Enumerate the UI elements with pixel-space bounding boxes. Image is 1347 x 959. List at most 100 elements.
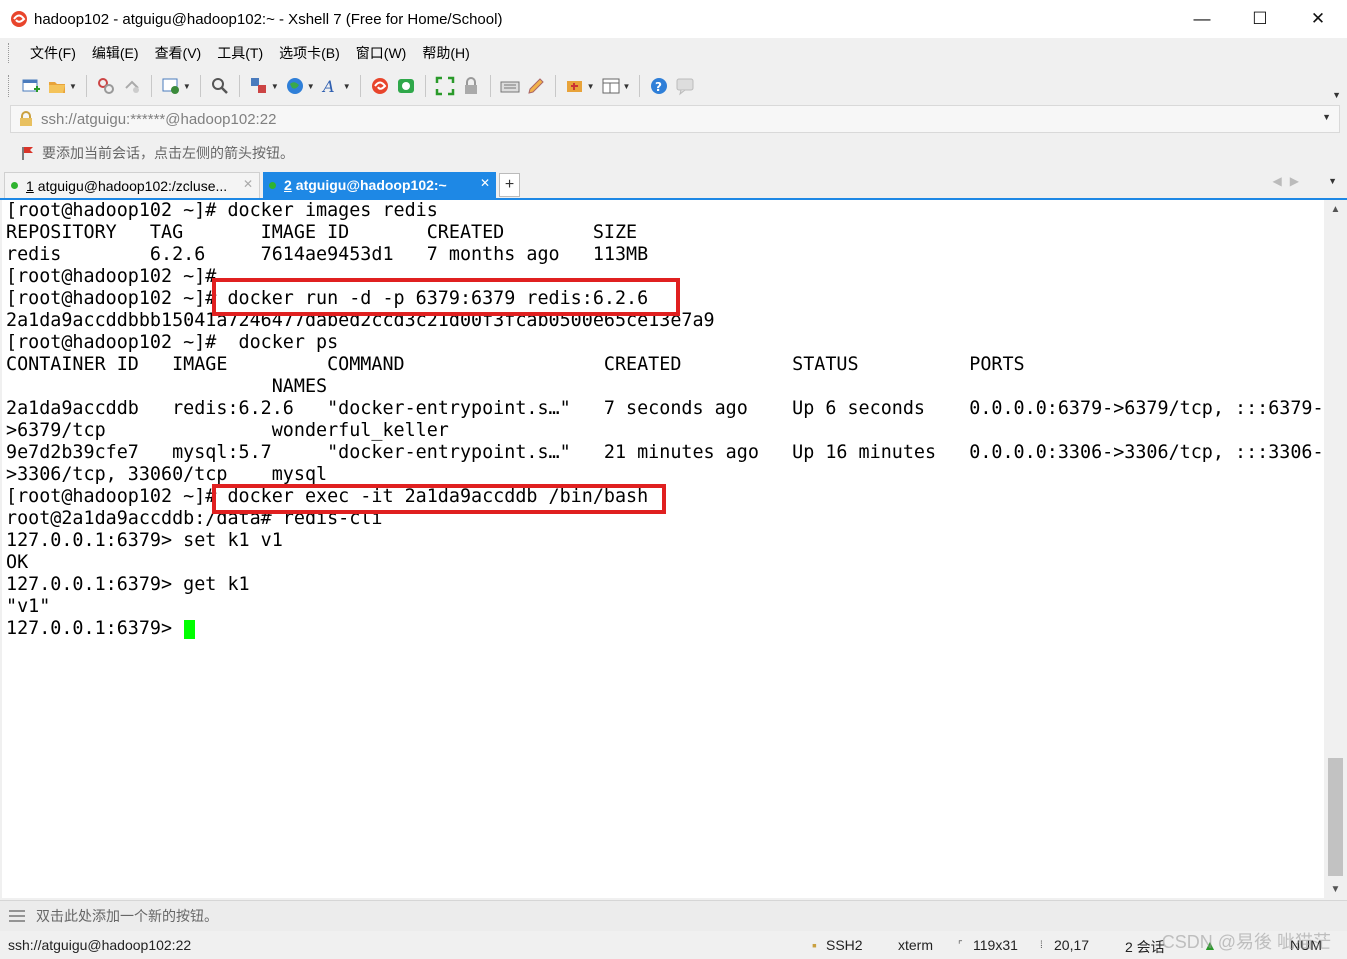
status-connection: ssh://atguigu@hadoop102:22 [8,937,192,953]
menu-view[interactable]: 查看(V) [147,43,210,63]
terminal-line: redis 6.2.6 7614ae9453d1 7 months ago 11… [6,244,649,265]
new-session-button[interactable] [21,76,41,96]
scroll-up-icon[interactable]: ▲ [1326,200,1345,218]
layout-icon [602,78,620,94]
quick-command-bar[interactable]: 双击此处添加一个新的按钮。 [0,900,1347,931]
disconnect-button[interactable] [96,76,116,96]
add-session-arrow-icon[interactable] [20,145,36,161]
xftp-button[interactable] [396,76,416,96]
session-bar: 要添加当前会话，点击左侧的箭头按钮。 [10,140,1340,166]
open-button[interactable]: ▼ [47,76,77,96]
highlight-box-docker-exec [212,484,666,514]
terminal-line: 127.0.0.1:6379> set k1 v1 [6,530,283,551]
menu-help[interactable]: 帮助(H) [414,43,477,63]
transfer-button[interactable]: ▼ [249,76,279,96]
title-bar: hadoop102 - atguigu@hadoop102:~ - Xshell… [0,0,1347,38]
terminal-line: [root@hadoop102 ~]# docker ps [6,332,339,353]
toolbar-grip[interactable] [8,75,12,97]
xshell-app-icon [11,11,27,27]
terminal-line: 127.0.0.1:6379> [2,618,1324,640]
tab-list-dropdown-icon[interactable]: ▼ [1328,176,1337,186]
menu-tools[interactable]: 工具(T) [209,43,271,63]
terminal-scrollbar[interactable]: ▲ ▼ [1326,200,1345,898]
globe-button[interactable]: ▼ [285,76,315,96]
tab-close-icon[interactable]: ✕ [480,176,490,190]
terminal-line: OK [6,552,29,573]
tab-close-icon[interactable]: ✕ [243,177,253,191]
tab-label: atguigu@hadoop102:~ [295,177,447,193]
lock-button[interactable] [461,76,481,96]
terminal-output: [root@hadoop102 ~]# docker images redis R… [2,200,1324,640]
toolbar: ▼ ▼ ▼ ▼ A ▼ ▼ ▼ ? ▼ [0,68,1347,104]
menu-tabs[interactable]: 选项卡(B) [271,43,348,63]
minimize-button[interactable]: — [1173,0,1231,38]
window-title: hadoop102 - atguigu@hadoop102:~ - Xshell… [34,10,503,28]
status-bar: ssh://atguigu@hadoop102:22 ▪ SSH2 xterm … [0,931,1347,959]
help-button[interactable]: ? [649,76,669,96]
xshell-button[interactable] [370,76,390,96]
menu-edit[interactable]: 编辑(E) [84,43,147,63]
compose-icon [527,78,544,94]
terminal-line: 2a1da9accddb redis:6.2.6 "docker-entrypo… [6,398,1324,419]
status-protocol: SSH2 [826,937,863,953]
new-session-icon [22,79,40,92]
menu-grip[interactable] [8,43,12,63]
tab-session-2[interactable]: 2 atguigu@hadoop102:~ ✕ [263,172,496,198]
toolbar-overflow-icon[interactable]: ▼ [1332,90,1341,100]
scroll-down-icon[interactable]: ▼ [1326,880,1345,898]
search-icon [211,78,228,94]
menu-file[interactable]: 文件(F) [22,43,84,63]
properties-button[interactable]: ▼ [161,76,191,96]
tab-label: atguigu@hadoop102:/zcluse... [37,177,228,194]
terminal[interactable]: [root@hadoop102 ~]# docker images redis R… [2,200,1324,898]
font-icon: A [321,77,335,96]
terminal-line: NAMES [6,376,328,397]
scrollbar-thumb[interactable] [1328,758,1343,876]
terminal-line: "v1" [6,596,51,617]
chat-icon [676,78,694,96]
session-hint: 要添加当前会话，点击左侧的箭头按钮。 [42,145,294,161]
address-input[interactable]: ssh://atguigu:******@hadoop102:22 ▼ [10,105,1340,133]
terminal-size-icon: ⌜ [958,940,963,951]
close-button[interactable]: ✕ [1289,0,1347,38]
find-button[interactable] [210,76,230,96]
tab-number: 1 [26,177,34,194]
svg-text:?: ? [655,80,662,94]
menu-bar: 文件(F) 编辑(E) 查看(V) 工具(T) 选项卡(B) 窗口(W) 帮助(… [0,38,1347,68]
cursor-position-icon: ⁞ [1040,940,1043,951]
terminal-line: REPOSITORY TAG IMAGE ID CREATED SIZE [6,222,638,243]
compose-button[interactable] [526,76,546,96]
status-size: 119x31 [973,937,1018,953]
layout-button[interactable]: ▼ [601,76,630,96]
xshell-icon [371,78,388,94]
hamburger-menu-icon[interactable] [8,909,26,923]
fullscreen-button[interactable] [435,76,455,96]
svg-text:A: A [321,77,335,96]
status-sessions: 2 会话 [1125,939,1165,955]
maximize-button[interactable]: ☐ [1231,0,1289,38]
menu-window[interactable]: 窗口(W) [348,43,415,63]
status-cursor: 20,17 [1054,937,1090,953]
properties-icon [162,78,179,94]
terminal-line: 9e7d2b39cfe7 mysql:5.7 "docker-entrypoin… [6,442,1324,463]
status-term: xterm [898,937,933,953]
reconnect-icon [125,80,139,93]
tab-scroll-arrows-icon[interactable]: ◀▶ [1273,174,1307,188]
quickbar-hint: 双击此处添加一个新的按钮。 [36,908,218,924]
keyboard-button[interactable] [500,76,520,96]
xftp-icon [397,79,414,93]
keyboard-icon [500,81,520,93]
reconnect-button[interactable] [122,76,142,96]
new-tab-button[interactable]: + [499,173,520,197]
terminal-line: >6379/tcp wonderful_keller [6,420,449,441]
terminal-line: >3306/tcp, 33060/tcp mysql [6,464,328,485]
watermark: CSDN @易後 呲猫茫 [1161,932,1331,952]
highlight-box-docker-run [212,278,680,316]
script-button[interactable]: ▼ [565,76,595,96]
script-icon [566,81,582,92]
chat-button[interactable] [675,76,695,96]
tab-session-1[interactable]: 1 atguigu@hadoop102:/zcluse... ✕ [4,172,260,198]
font-button[interactable]: A ▼ [321,76,351,96]
address-dropdown-icon[interactable]: ▼ [1322,112,1331,122]
terminal-line: CONTAINER ID IMAGE COMMAND CREATED STATU… [6,354,1025,375]
